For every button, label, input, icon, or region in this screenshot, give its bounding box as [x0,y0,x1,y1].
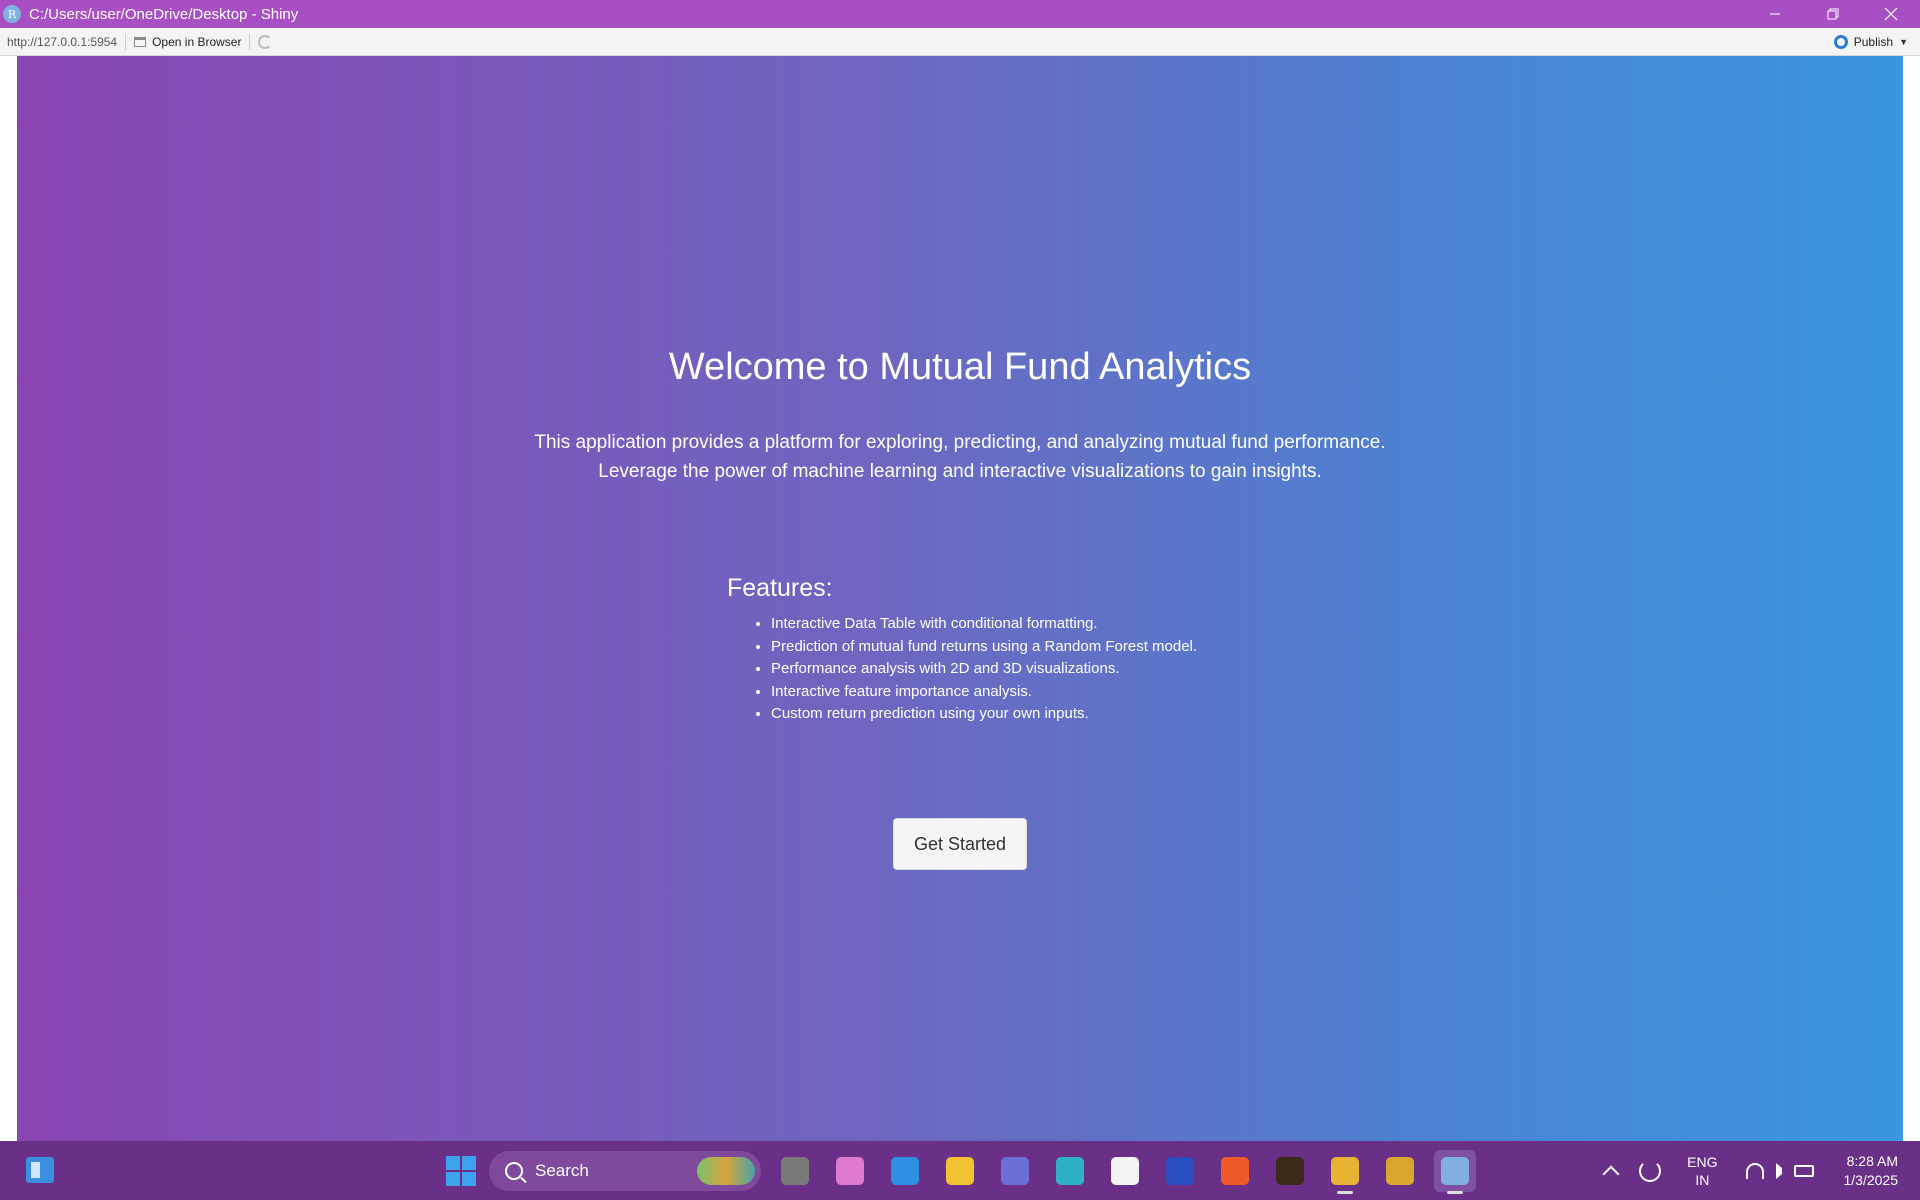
taskbar-search-box[interactable]: Search [489,1151,761,1191]
open-in-browser-button[interactable]: Open in Browser [134,35,241,49]
chrome-icon [1331,1157,1359,1185]
windows-logo-tile [446,1172,460,1186]
window-controls [1746,0,1920,28]
page-title: Welcome to Mutual Fund Analytics [668,346,1252,388]
widgets-icon[interactable] [26,1157,54,1183]
open-in-browser-label: Open in Browser [152,34,242,49]
taskbar-app-copilot[interactable] [829,1150,871,1192]
taskbar-app-app-mm[interactable] [1159,1150,1201,1192]
pinned-apps [774,1150,1476,1194]
browser-window-icon [134,36,147,47]
taskbar-app-teams[interactable] [994,1150,1036,1192]
toolbar-divider [249,33,251,50]
taskbar-apps: Search [446,1149,1476,1194]
clock-time: 8:28 AM [1846,1152,1898,1169]
features-list: Interactive Data Table with conditional … [727,613,1427,726]
close-button[interactable] [1862,0,1920,28]
app-mm-icon [1166,1157,1194,1185]
app-content: Welcome to Mutual Fund Analytics This ap… [17,56,1903,1141]
publish-icon [1833,34,1848,49]
volume-icon[interactable] [1775,1162,1782,1179]
refresh-icon[interactable] [258,34,273,49]
feature-item: Custom return prediction using your own … [771,703,1427,726]
taskbar-app-microsoft-store[interactable] [1104,1150,1146,1192]
search-highlight-image [697,1157,755,1185]
chevron-down-icon[interactable]: ▼ [1899,37,1908,47]
vscode-icon [891,1157,919,1185]
r-app-icon: R [3,5,21,23]
taskbar-app-file-explorer[interactable] [939,1150,981,1192]
close-icon [1884,7,1898,21]
edge-icon [1056,1157,1084,1185]
system-tray: ENG IN 8:28 AM 1/3/2025 [1602,1141,1920,1200]
taskbar-app-apna-college[interactable] [1269,1150,1311,1192]
region-code: IN [1695,1171,1710,1188]
battery-icon[interactable] [1793,1164,1814,1177]
windows-taskbar: Search ENG IN 8:28 AM 1/3/2025 [0,1141,1920,1200]
brave-icon [1221,1157,1249,1185]
publish-label: Publish [1853,34,1894,49]
window-title: C:/Users/user/OneDrive/Desktop - Shiny [29,5,299,23]
language-indicator[interactable]: ENG IN [1687,1153,1717,1189]
feature-item: Interactive Data Table with conditional … [771,613,1427,636]
restore-button[interactable] [1804,0,1862,28]
clock-date: 1/3/2025 [1843,1171,1899,1188]
taskbar-app-git-gui[interactable] [1379,1150,1421,1192]
search-label: Search [535,1161,589,1180]
toolbar-divider [125,33,127,50]
taskbar-app-chrome[interactable] [1324,1150,1366,1194]
r-shiny-icon [1441,1157,1469,1185]
taskbar-app-task-view[interactable] [774,1150,816,1192]
show-hidden-icons-icon[interactable] [1602,1165,1620,1182]
teams-icon [1001,1157,1029,1185]
start-button[interactable] [446,1156,476,1186]
taskbar-app-vscode[interactable] [884,1150,926,1192]
url-display: http://127.0.0.1:5954 [7,34,118,49]
apna-college-icon [1276,1157,1304,1185]
windows-logo-tile [462,1156,476,1170]
description-line-2: Leverage the power of machine learning a… [598,461,1322,482]
features-heading: Features: [727,574,833,602]
copilot-icon [836,1157,864,1185]
windows-logo-tile [446,1156,460,1170]
taskbar-app-edge[interactable] [1049,1150,1091,1192]
language-code: ENG [1687,1153,1718,1170]
search-icon [505,1162,523,1180]
file-explorer-icon [946,1157,974,1185]
minimize-icon [1770,13,1780,15]
get-started-button[interactable]: Get Started [893,818,1027,870]
taskbar-app-r-shiny[interactable] [1434,1150,1476,1194]
clock[interactable]: 8:28 AM 1/3/2025 [1844,1152,1899,1190]
windows-logo-tile [462,1172,476,1186]
description-line-1: This application provides a platform for… [534,432,1386,453]
wifi-icon[interactable] [1745,1162,1764,1179]
publish-button[interactable]: Publish ▼ [1833,34,1908,49]
task-view-icon [781,1157,809,1185]
feature-item: Performance analysis with 2D and 3D visu… [771,658,1427,681]
microsoft-store-icon [1111,1157,1139,1185]
taskbar-app-brave[interactable] [1214,1150,1256,1192]
features-section: Features: Interactive Data Table with co… [727,574,1427,726]
running-indicator [1447,1191,1463,1194]
restore-icon [1827,8,1839,20]
page-description: This application provides a platform for… [17,428,1903,486]
window-title-bar: R C:/Users/user/OneDrive/Desktop - Shiny [0,0,1920,28]
git-gui-icon [1386,1157,1414,1185]
feature-item: Prediction of mutual fund returns using … [771,636,1427,659]
viewer-toolbar: http://127.0.0.1:5954 Open in Browser Pu… [0,28,1920,56]
minimize-button[interactable] [1746,0,1804,28]
running-indicator [1337,1191,1353,1194]
feature-item: Interactive feature importance analysis. [771,681,1427,704]
sync-icon[interactable] [1639,1159,1662,1182]
